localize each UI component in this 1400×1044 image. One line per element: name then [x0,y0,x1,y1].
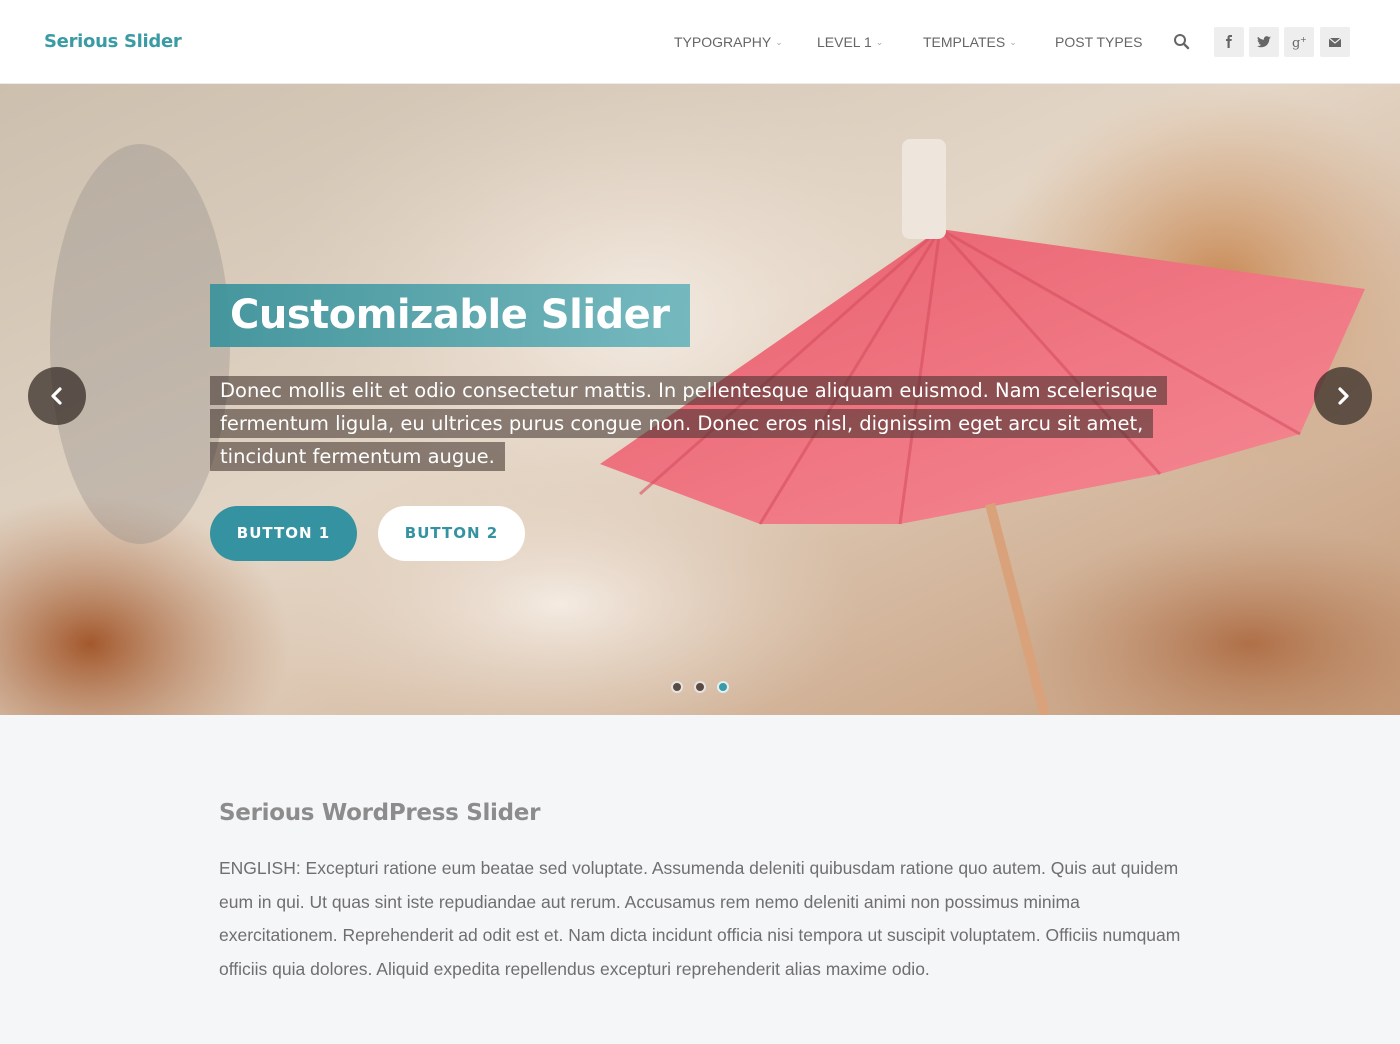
button-2[interactable]: BUTTON 2 [378,506,525,561]
search-icon[interactable] [1173,33,1191,51]
nav-item-label: TEMPLATES [923,34,1006,50]
content-heading: Serious WordPress Slider [219,800,541,826]
hero-slider: Customizable Slider Donec mollis elit et… [0,84,1400,715]
google-plus-icon[interactable]: g + [1284,27,1314,57]
chevron-left-icon [51,387,62,405]
nav-item-label: POST TYPES [1055,34,1143,50]
slide-description-text: Donec mollis elit et odio consectetur ma… [210,376,1168,471]
nav-item-templates[interactable]: TEMPLATES ⌄ [923,34,1017,50]
button-1[interactable]: BUTTON 1 [210,506,357,561]
site-logo[interactable]: Serious Slider [44,31,182,52]
nav-item-typography[interactable]: TYPOGRAPHY ⌄ [674,34,783,50]
content-body: ENGLISH: Excepturi ratione eum beatae se… [219,858,1181,979]
email-icon[interactable] [1320,27,1350,57]
facebook-icon[interactable] [1214,27,1244,57]
slide-title: Customizable Slider [210,284,690,347]
site-header: Serious Slider TYPOGRAPHY ⌄ LEVEL 1 ⌄ TEMP… [0,0,1400,84]
previous-slide-button[interactable] [28,367,86,425]
slide-description: Donec mollis elit et odio consectetur ma… [210,374,1200,473]
nav-item-level-1[interactable]: LEVEL 1 ⌄ [817,34,883,50]
chevron-right-icon [1338,387,1349,405]
chevron-down-icon: ⌄ [875,37,884,47]
twitter-icon[interactable] [1249,27,1279,57]
nav-item-post-types[interactable]: POST TYPES [1055,34,1142,50]
svg-text:+: + [1300,35,1307,44]
chevron-down-icon: ⌄ [775,37,783,47]
slide-dot-2[interactable] [694,681,706,693]
nav-item-label: TYPOGRAPHY [674,34,772,50]
main-content: Serious WordPress Slider ENGLISH: Except… [219,800,1189,986]
chevron-down-icon: ⌄ [1009,37,1017,47]
nav-item-label: LEVEL 1 [817,34,872,50]
next-slide-button[interactable] [1314,367,1372,425]
slide-dot-3[interactable] [717,681,729,693]
slide-dot-1[interactable] [671,681,683,693]
